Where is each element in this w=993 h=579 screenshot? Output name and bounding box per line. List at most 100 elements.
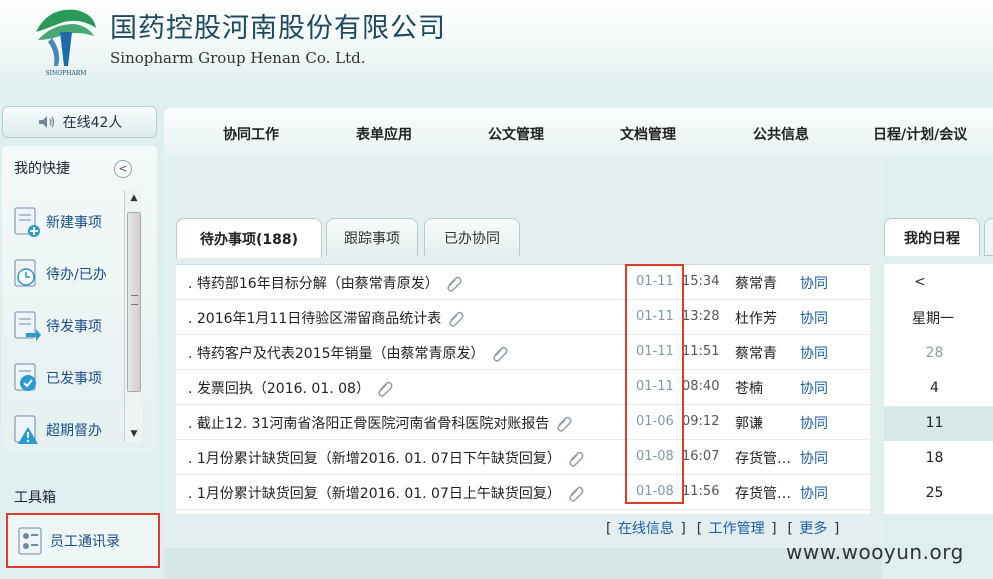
logo-text: SINOPHARM [46,70,87,77]
attachment-icon [569,486,584,502]
attachment-icon [378,381,393,397]
table-row[interactable]: . 发票回执（2016. 01. 08） 01-11 08:40 苍楠 协同 [176,370,870,405]
task-sender: 存货管… [735,451,791,467]
speaker-icon [38,116,54,128]
tool-item-label: 员工通讯录 [50,533,120,550]
task-list: . 特药部16年目标分解（由蔡常青原发） 01-11 15:34 蔡常青 协同 … [176,264,870,514]
task-title[interactable]: . 1月份累计缺货回复（新增2016. 01. 07日上午缺货回复） [188,483,585,503]
table-row[interactable]: . 1月份累计缺货回复（新增2016. 01. 07日上午缺货回复） 01-08… [176,475,870,510]
table-row[interactable]: . 特药部16年目标分解（由蔡常青原发） 01-11 15:34 蔡常青 协同 [176,265,870,300]
calendar-day[interactable]: 28 [884,336,993,371]
task-type-link[interactable]: 协同 [800,483,828,503]
sent-check-icon [14,363,36,391]
task-time: 16:07 [682,449,720,464]
quick-scrollbar[interactable]: ▲ ▼ [124,190,142,442]
task-time: 08:40 [682,379,720,394]
quick-item-new[interactable]: 新建事项 [12,196,122,248]
quick-item-label: 待办/已办 [46,267,107,283]
task-sender: 蔡常青 [735,346,777,362]
task-type-link[interactable]: 协同 [800,308,828,328]
tab-pending[interactable]: 待办事项(188) [176,218,322,258]
online-users-indicator[interactable]: 在线42人 [2,106,157,138]
scroll-up-icon[interactable]: ▲ [125,190,143,206]
task-title[interactable]: . 截止12. 31河南省洛阳正骨医院河南省骨科医院对账报告 [188,413,573,433]
calendar-day[interactable]: 18 [884,441,993,476]
quick-item-label: 新建事项 [46,215,102,231]
task-title[interactable]: . 发票回执（2016. 01. 08） [188,378,394,398]
overdue-warning-icon [14,415,38,444]
scroll-thumb[interactable] [127,212,141,392]
bottom-strip [164,548,882,579]
calendar-prev-icon[interactable]: < [914,274,926,290]
calendar-panel: < 星期一 28 4 11 18 25 [884,264,993,514]
task-sender: 蔡常青 [735,276,777,292]
link-online-info[interactable]: 在线信息 [618,521,674,537]
nav-item-forms[interactable]: 表单应用 [356,124,412,144]
quick-item-sent[interactable]: 已发事项 [12,352,122,404]
nav-item-documents[interactable]: 文档管理 [620,124,676,144]
table-row[interactable]: . 截止12. 31河南省洛阳正骨医院河南省骨科医院对账报告 01-06 09:… [176,405,870,440]
tools-title: 工具箱 [14,490,56,506]
table-row[interactable]: . 特药客户及代表2015年销量（由蔡常青原发） 01-11 11:51 蔡常青… [176,335,870,370]
task-type-link[interactable]: 协同 [800,413,828,433]
pending-clock-icon [14,259,36,287]
tab-done[interactable]: 已办协同 [424,218,520,256]
calendar-day-today[interactable]: 11 [884,406,993,441]
attachment-icon [569,451,584,467]
task-title[interactable]: . 特药部16年目标分解（由蔡常青原发） [188,273,463,293]
task-time: 15:34 [682,274,720,289]
task-sender: 苍楠 [735,381,763,397]
main-nav: 协同工作 表单应用 公文管理 文档管理 公共信息 日程/计划/会议 [164,108,993,156]
collapse-left-icon[interactable]: < [114,160,132,178]
task-sender: 存货管… [735,486,791,502]
contacts-card-icon [18,527,42,554]
attachment-icon [557,416,572,432]
link-work-management[interactable]: 工作管理 [709,521,765,537]
company-name-cn: 国药控股河南股份有限公司 [110,13,446,44]
calendar-day[interactable]: 25 [884,476,993,511]
attachment-icon [449,311,464,327]
quick-title: 我的快捷 [14,161,70,177]
scroll-down-icon[interactable]: ▼ [125,426,143,442]
tab-tracking[interactable]: 跟踪事项 [326,218,418,256]
to-send-icon [14,311,41,341]
task-time: 13:28 [682,309,720,324]
tool-item-directory[interactable]: 员工通讯录 [6,513,160,568]
task-title[interactable]: . 特药客户及代表2015年销量（由蔡常青原发） [188,343,509,363]
nav-item-schedule[interactable]: 日程/计划/会议 [873,124,967,144]
table-row[interactable]: . 2016年1月11日待验区滞留商品统计表 01-11 13:28 杜作芳 协… [176,300,870,335]
quick-access-panel: 我的快捷 < 新建事项 待办/已办 待发事项 已发事项 超期督办 ▲ ▼ [2,146,157,452]
task-sender: 郭谦 [735,416,763,432]
nav-item-collab[interactable]: 协同工作 [223,124,279,144]
nav-item-documents-official[interactable]: 公文管理 [488,124,544,144]
calendar-day[interactable]: 4 [884,371,993,406]
task-title[interactable]: . 1月份累计缺货回复（新增2016. 01. 07日下午缺货回复） [188,448,585,468]
task-type-link[interactable]: 协同 [800,448,828,468]
quick-item-to-send[interactable]: 待发事项 [12,300,122,352]
task-sender: 杜作芳 [735,311,777,327]
tab-my-schedule[interactable]: 我的日程 [884,218,980,256]
quick-item-label: 超期督办 [46,423,102,439]
attachment-icon [492,346,508,362]
attachment-icon [447,276,462,292]
task-type-link[interactable]: 协同 [800,273,828,293]
task-type-link[interactable]: 协同 [800,378,828,398]
task-title[interactable]: . 2016年1月11日待验区滞留商品统计表 [188,308,465,328]
task-time: 11:51 [682,344,720,359]
quick-item-pending[interactable]: 待办/已办 [12,248,122,300]
tab-hidden-next[interactable] [984,218,993,256]
link-more[interactable]: 更多 [799,521,827,537]
task-time: 11:56 [682,484,720,499]
quick-item-label: 已发事项 [46,371,102,387]
online-count-label: 在线42人 [62,115,123,131]
quick-list: 新建事项 待办/已办 待发事项 已发事项 超期督办 [12,196,122,456]
task-type-link[interactable]: 协同 [800,343,828,363]
quick-item-overdue[interactable]: 超期督办 [12,404,122,456]
watermark: www.wooyun.org [786,540,964,564]
nav-item-public-info[interactable]: 公共信息 [753,124,809,144]
app-header: SINOPHARM 国药控股河南股份有限公司 Sinopharm Group H… [0,0,993,84]
task-footer-links: [ 在线信息 ] [ 工作管理 ] [ 更多 ] [606,521,840,537]
company-name-en: Sinopharm Group Henan Co. Ltd. [110,49,366,67]
table-row[interactable]: . 1月份累计缺货回复（新增2016. 01. 07日下午缺货回复） 01-08… [176,440,870,475]
quick-item-label: 待发事项 [46,319,102,335]
